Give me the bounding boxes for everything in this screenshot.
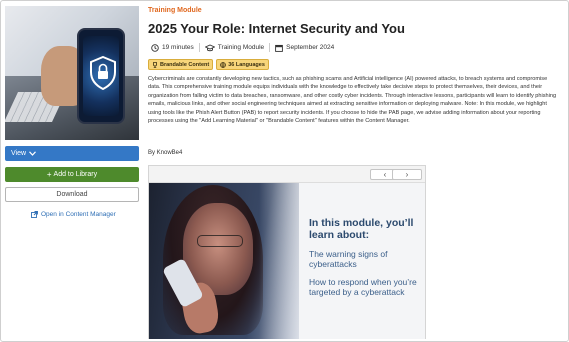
meta-row: 19 minutes Training Module September 202… [151, 43, 334, 52]
slide-point: How to respond when you’re targeted by a… [309, 277, 417, 297]
clock-icon [151, 43, 159, 52]
date-meta: September 2024 [275, 44, 334, 52]
duration-text: 19 minutes [162, 44, 194, 51]
chevron-right-icon: › [405, 170, 409, 179]
view-button-label: View [11, 150, 27, 157]
trophy-icon [153, 61, 157, 68]
duration-meta: 19 minutes [151, 43, 194, 52]
download-label: Download [56, 191, 88, 198]
phone-graphic [77, 28, 125, 124]
brandable-badge: Brandable Content [148, 59, 214, 70]
download-button[interactable]: Download [5, 187, 139, 202]
page-title: 2025 Your Role: Internet Security and Yo… [148, 21, 405, 36]
meta-divider [269, 43, 271, 52]
brandable-badge-label: Brandable Content [160, 61, 210, 68]
module-description: Cybercriminals are constantly developing… [148, 76, 557, 125]
meta-divider [198, 43, 200, 52]
shield-lock-icon [90, 56, 116, 90]
languages-badge-label: 36 Languages [228, 61, 265, 68]
type-text: Training Module [217, 44, 265, 51]
calendar-icon [275, 44, 284, 52]
add-to-library-button[interactable]: + Add to Library [5, 167, 139, 182]
slide-point: The warning signs of cyberattacks [309, 249, 388, 269]
view-button[interactable]: View [5, 146, 139, 161]
chevron-down-icon [29, 151, 36, 156]
slide-heading: In this module, you’ll learn about: [309, 217, 414, 241]
module-thumbnail [5, 6, 139, 140]
type-meta: Training Module [204, 44, 265, 52]
viewer-toolbar: ‹ › [149, 166, 425, 183]
add-to-library-label: Add to Library [53, 171, 98, 178]
slide-text: In this module, you’ll learn about: The … [309, 217, 423, 297]
author-byline: By KnowBe4 [148, 150, 183, 156]
open-in-content-manager-link[interactable]: Open in Content Manager [31, 211, 116, 218]
date-text: September 2024 [286, 44, 335, 51]
open-link-label: Open in Content Manager [41, 211, 116, 218]
graduation-cap-icon [204, 44, 215, 51]
next-slide-button[interactable]: › [392, 169, 422, 180]
preview-slide: In this module, you’ll learn about: The … [149, 183, 425, 339]
preview-viewer: ‹ › In this module, you’ll learn about: … [148, 165, 426, 339]
category-label: Training Module [148, 7, 202, 14]
plus-icon: + [46, 169, 52, 179]
languages-badge: 36 Languages [216, 59, 269, 70]
globe-icon [220, 61, 227, 68]
badges-row: Brandable Content 36 Languages [148, 59, 269, 70]
chevron-left-icon: ‹ [383, 170, 387, 179]
external-link-icon [31, 211, 38, 218]
